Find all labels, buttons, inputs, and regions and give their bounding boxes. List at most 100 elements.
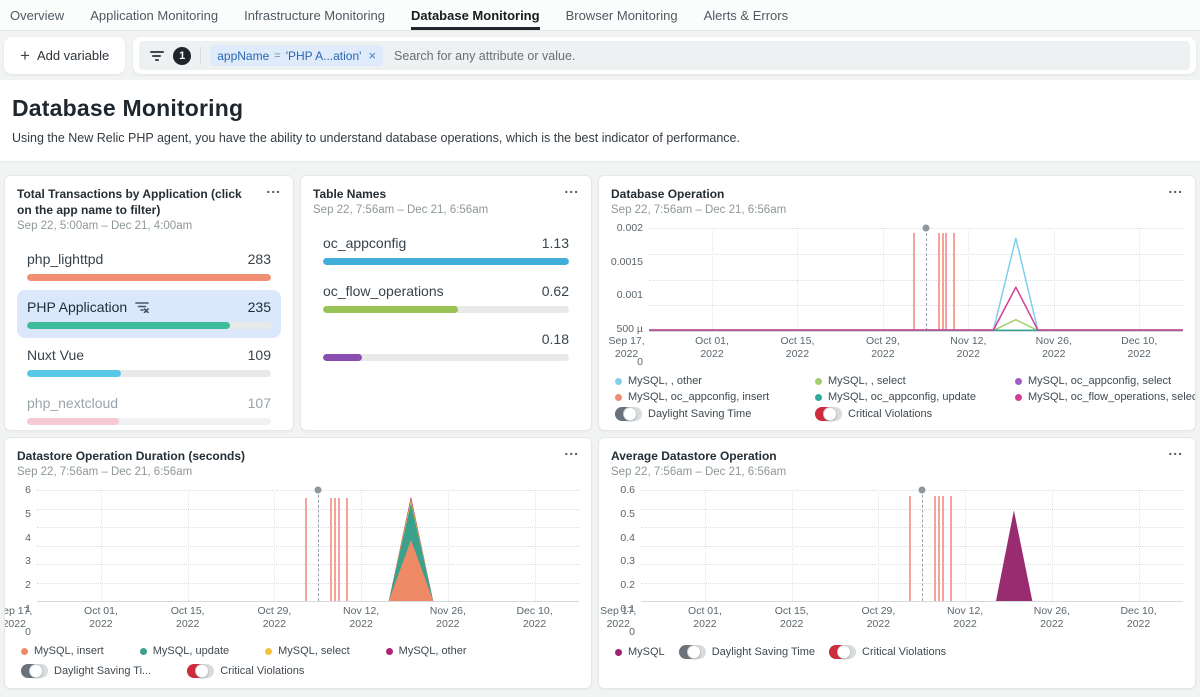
legend-label: MySQL, update [153, 645, 229, 657]
legend-item[interactable]: MySQL, oc_appconfig, select [1015, 375, 1196, 387]
toggle-knob [823, 407, 837, 421]
legend-toggle-daylight-saving-ti-[interactable]: Daylight Saving Ti... [21, 664, 151, 678]
legend-label: MySQL, oc_appconfig, select [1028, 375, 1171, 387]
toggle-knob [195, 664, 209, 678]
panel-menu-icon[interactable]: ... [266, 180, 281, 196]
bar-fill [27, 418, 119, 425]
x-tick-label: Oct 29,2022 [866, 335, 900, 360]
bar-label-line: php_lighttpd283 [27, 250, 271, 267]
legend-color-dot [815, 378, 822, 385]
x-axis: Sep 17,2022Oct 01,2022Oct 15,2022Oct 29,… [649, 335, 1183, 362]
bar-row[interactable]: PHP Application235 [17, 290, 281, 338]
legend-toggle-critical-violations[interactable]: Critical Violations [829, 645, 946, 659]
bar-label: oc_appconfig [323, 234, 406, 251]
legend-color-dot [386, 648, 393, 655]
legend-item[interactable]: MySQL, other [386, 645, 467, 657]
add-variable-label: Add variable [37, 48, 109, 63]
toggle-switch[interactable] [679, 645, 706, 659]
y-tick-label: 6 [25, 484, 31, 496]
x-tick-label: Nov 12,2022 [947, 605, 983, 630]
legend-color-dot [140, 648, 147, 655]
legend-label: Daylight Saving Time [712, 646, 815, 658]
x-tick-label: Oct 01,2022 [688, 605, 722, 630]
panel-title: Datastore Operation Duration (seconds) [17, 448, 579, 464]
bar-label-line: oc_appconfig1.13 [323, 234, 569, 251]
legend-item[interactable]: MySQL, insert [21, 645, 104, 657]
bar-fill [27, 322, 230, 329]
panel-datastore-duration: Datastore Operation Duration (seconds) S… [4, 437, 592, 689]
panel-menu-icon[interactable]: ... [1168, 180, 1183, 196]
x-tick-label: Nov 12,2022 [343, 605, 379, 630]
toggle-switch[interactable] [829, 645, 856, 659]
filter-funnel-icon[interactable] [149, 51, 164, 61]
x-tick-label: Dec 10,2022 [1120, 605, 1156, 630]
chart-plot-area[interactable] [649, 228, 1183, 332]
x-tick-label: Dec 10,2022 [516, 605, 552, 630]
chart-legend: MySQL, , otherMySQL, , selectMySQL, oc_a… [615, 375, 1183, 421]
x-tick-label: Oct 15,2022 [171, 605, 205, 630]
legend-color-dot [615, 649, 622, 656]
nav-tab-alerts-errors[interactable]: Alerts & Errors [704, 0, 789, 30]
legend-color-dot [615, 394, 622, 401]
legend-label: MySQL, insert [34, 645, 104, 657]
bar-row[interactable]: Nuxt Vue109 [17, 338, 281, 386]
filter-chip[interactable]: appName = 'PHP A...ation' × [210, 45, 383, 66]
legend-item[interactable]: MySQL, oc_appconfig, insert [615, 391, 815, 403]
y-tick-label: 3 [25, 555, 31, 567]
bar-label-line: PHP Application235 [27, 298, 271, 315]
legend-toggle-daylight-saving-time[interactable]: Daylight Saving Time [679, 645, 815, 659]
x-tick-label: Sep 17,2022 [4, 605, 32, 630]
dashboard-grid: Total Transactions by Application (click… [4, 175, 1196, 689]
legend-color-dot [815, 394, 822, 401]
x-tick-label: Sep 17,2022 [600, 605, 636, 630]
legend-toggle-critical-violations[interactable]: Critical Violations [187, 664, 304, 678]
toggle-switch[interactable] [815, 407, 842, 421]
panel-menu-icon[interactable]: ... [1168, 442, 1183, 458]
panel-menu-icon[interactable]: ... [564, 442, 579, 458]
y-tick-label: 0.002 [617, 222, 643, 234]
toggle-switch[interactable] [615, 407, 642, 421]
chart-plot-area[interactable] [37, 490, 579, 602]
legend-item[interactable]: MySQL, select [265, 645, 350, 657]
filter-field: 1 appName = 'PHP A...ation' × [139, 41, 1190, 70]
page-subtitle: Using the New Relic PHP agent, you have … [12, 131, 1188, 145]
toggle-knob [29, 664, 43, 678]
toggle-switch[interactable] [21, 664, 48, 678]
panel-title: Database Operation [611, 186, 1183, 202]
bar-label-text: php_lighttpd [27, 251, 103, 267]
legend-item[interactable]: MySQL, update [140, 645, 229, 657]
legend-item[interactable]: MySQL, , select [815, 375, 1015, 387]
bar-row[interactable]: oc_flow_operations0.62 [313, 274, 579, 322]
legend-item[interactable]: MySQL, oc_flow_operations, select [1015, 391, 1196, 403]
remove-filter-icon[interactable] [135, 301, 149, 313]
bar-value: 235 [248, 299, 271, 315]
nav-tab-application-monitoring[interactable]: Application Monitoring [90, 0, 218, 30]
panel-menu-icon[interactable]: ... [564, 180, 579, 196]
chart-plot-area[interactable] [641, 490, 1183, 602]
search-input[interactable] [392, 48, 1180, 64]
bar-label-text: Nuxt Vue [27, 347, 84, 363]
nav-tab-overview[interactable]: Overview [10, 0, 64, 30]
toggle-knob [623, 407, 637, 421]
legend-item[interactable]: MySQL, , other [615, 375, 815, 387]
bar-label-text: oc_appconfig [323, 235, 406, 251]
bar-row[interactable]: oc_appconfig1.13 [313, 226, 579, 274]
nav-tab-browser-monitoring[interactable]: Browser Monitoring [566, 0, 678, 30]
nav-tab-database-monitoring[interactable]: Database Monitoring [411, 0, 540, 30]
toggle-switch[interactable] [187, 664, 214, 678]
nav-tab-infrastructure-monitoring[interactable]: Infrastructure Monitoring [244, 0, 385, 30]
legend-item[interactable]: MySQL, oc_appconfig, update [815, 391, 1015, 403]
panel-table-names: Table Names Sep 22, 7:56am – Dec 21, 6:5… [300, 175, 592, 431]
legend-toggle-critical-violations[interactable]: Critical Violations [815, 407, 1015, 421]
bar-row[interactable]: php_nextcloud107 [17, 386, 281, 431]
y-tick-label: 0.3 [620, 555, 635, 567]
chip-remove-icon[interactable]: × [366, 48, 376, 63]
bar-row[interactable]: php_lighttpd283 [17, 242, 281, 290]
add-variable-button[interactable]: + Add variable [4, 37, 125, 74]
legend-item[interactable]: MySQL [615, 645, 665, 659]
legend-label: MySQL, , other [628, 375, 702, 387]
legend-toggle-daylight-saving-time[interactable]: Daylight Saving Time [615, 407, 815, 421]
y-tick-label: 500 µ [617, 323, 644, 335]
bar-row[interactable]: 0.18 [313, 322, 579, 370]
y-tick-label: 2 [25, 579, 31, 591]
